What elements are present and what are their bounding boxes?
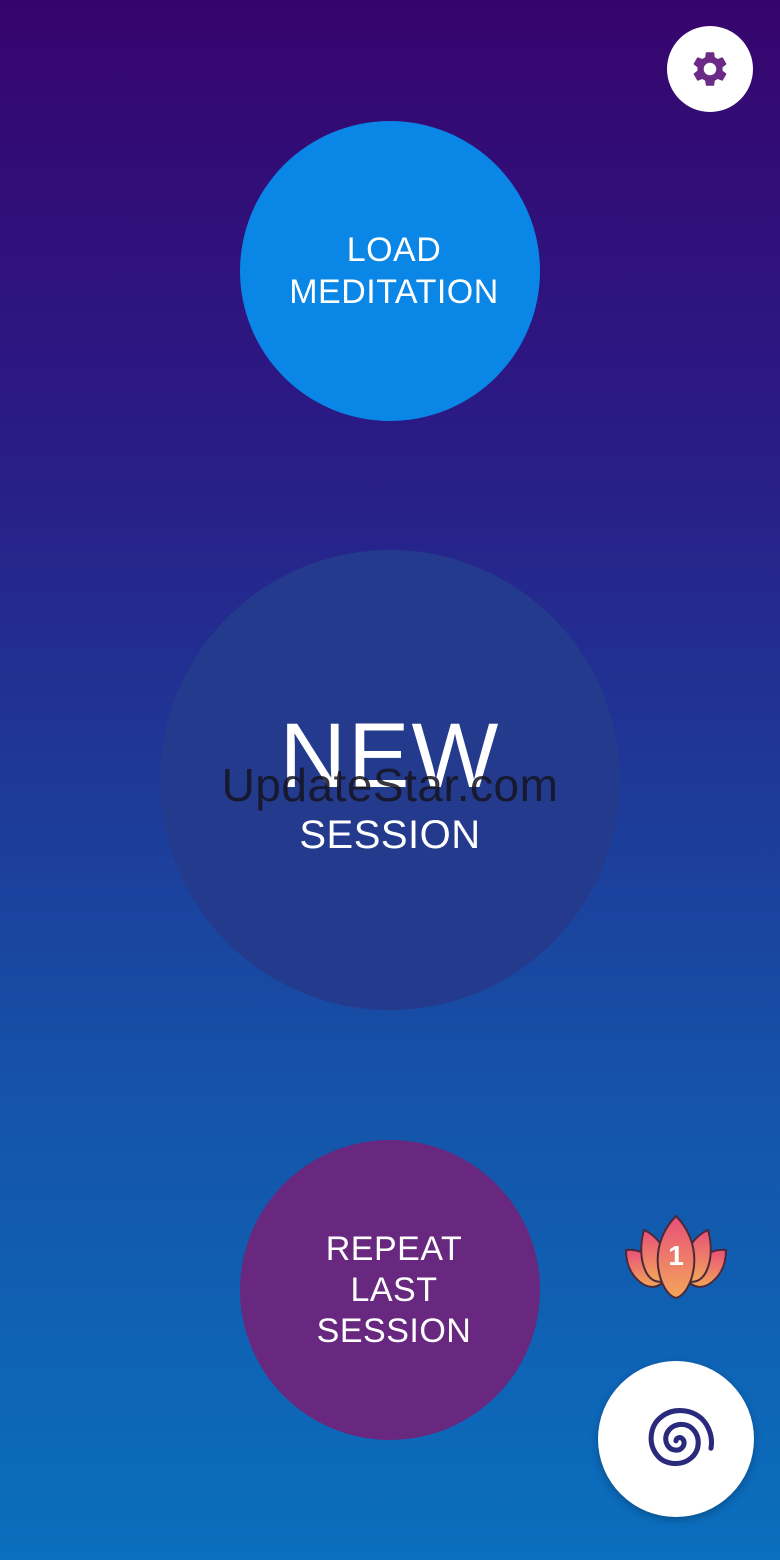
new-session-button[interactable]: NEW SESSION [160,550,620,1010]
settings-button[interactable] [667,26,753,112]
load-meditation-label-line2: MEDITATION [289,273,499,311]
new-session-label-large: NEW [279,705,501,807]
repeat-label-line2: LAST [350,1270,438,1309]
new-session-label-small: SESSION [299,813,481,857]
repeat-last-session-button[interactable]: REPEAT LAST SESSION [240,1140,540,1440]
load-meditation-label-line1: LOAD [346,231,442,269]
repeat-label-line1: REPEAT [325,1229,463,1268]
spiral-button[interactable] [598,1361,754,1517]
repeat-label-line3: SESSION [316,1311,472,1350]
gear-icon [693,52,727,86]
lotus-badge[interactable]: 1 [622,1214,730,1300]
spiral-icon [648,1408,714,1466]
load-meditation-button[interactable]: LOAD MEDITATION [240,121,540,421]
lotus-count: 1 [668,1240,684,1271]
